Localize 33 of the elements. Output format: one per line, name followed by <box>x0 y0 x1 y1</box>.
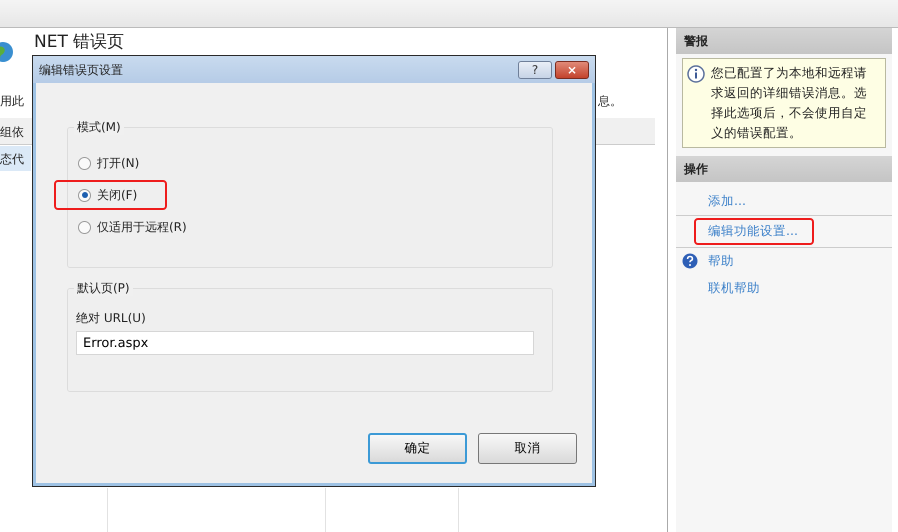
action-link[interactable]: 添加... <box>708 190 746 213</box>
radio-option[interactable]: 关闭(F) <box>54 180 168 210</box>
url-field[interactable]: Error.aspx <box>76 331 534 355</box>
panel-header: 操作 <box>676 156 892 182</box>
dialog-button[interactable]: 取消 <box>478 433 577 464</box>
action-link[interactable]: 联机帮助 <box>708 277 760 300</box>
action-link[interactable]: 帮助 <box>708 250 734 272</box>
panel-header: 警报 <box>676 28 892 54</box>
group-label: 模式(M) <box>74 119 124 135</box>
radio-button[interactable] <box>78 188 91 202</box>
info-icon <box>687 63 705 83</box>
action-link[interactable]: 编辑功能设置... <box>694 218 814 244</box>
group-label: 默认页(P) <box>74 280 133 296</box>
radio-label: 打开(N) <box>97 155 140 172</box>
alert-message: 您已配置了为本地和远程请求返回的详细错误消息。选择此选项后，不会使用自定义的错误配置。 <box>711 65 867 140</box>
radio-label: 关闭(F) <box>97 187 138 204</box>
radio-option[interactable]: 打开(N) <box>72 152 146 174</box>
table-cell: 态代 <box>0 152 24 166</box>
help-icon <box>682 252 698 270</box>
description-text: 用此 <box>0 93 24 110</box>
radio-label: 仅适用于远程(R) <box>97 219 187 236</box>
dialog-title: 编辑错误页设置 <box>39 62 124 78</box>
description-text: 息。 <box>598 93 622 110</box>
table-row[interactable]: 态代 <box>0 146 31 171</box>
page-title: NET 错误页 <box>34 32 124 52</box>
help-button[interactable]: ? <box>518 60 552 78</box>
close-button[interactable]: × <box>555 60 589 78</box>
field-label: 绝对 URL(U) <box>76 310 146 327</box>
radio-option[interactable]: 仅适用于远程(R) <box>72 216 193 238</box>
radio-button[interactable] <box>78 220 91 234</box>
radio-button[interactable] <box>78 156 91 170</box>
column-header[interactable]: 组依 <box>0 125 24 139</box>
dialog-button[interactable]: 确定 <box>368 433 467 464</box>
